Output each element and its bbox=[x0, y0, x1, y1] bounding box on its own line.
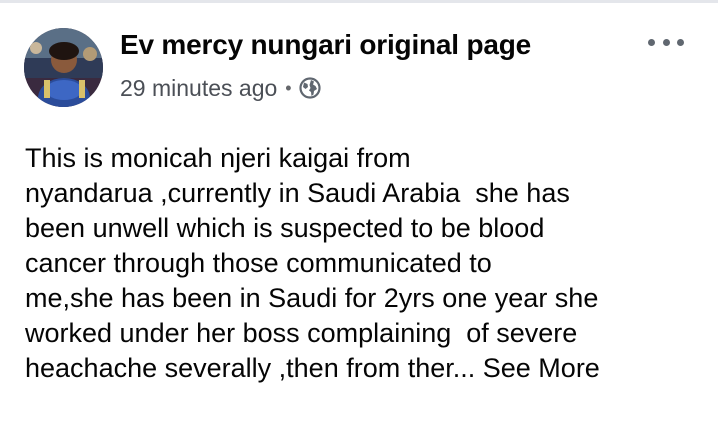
post-text-line: heachache severally ,then from ther... bbox=[25, 353, 476, 383]
post-card: Ev mercy nungari original page 29 minute… bbox=[0, 0, 718, 437]
post-meta: 29 minutes ago • bbox=[120, 73, 321, 103]
avatar-photo bbox=[24, 28, 103, 107]
more-options-icon[interactable] bbox=[648, 32, 684, 52]
post-text-line: nyandarua ,currently in Saudi Arabia she… bbox=[25, 178, 570, 208]
post-text-last-line: heachache severally ,then from ther... S… bbox=[25, 351, 705, 386]
divider bbox=[0, 0, 718, 3]
globe-icon[interactable] bbox=[298, 77, 321, 99]
post-text: This is monicah njeri kaigai from nyanda… bbox=[25, 141, 705, 386]
post-text-line: This is monicah njeri kaigai from bbox=[25, 143, 411, 173]
see-more-link[interactable]: See More bbox=[483, 353, 600, 383]
post-text-line: cancer through those communicated to bbox=[25, 248, 492, 278]
post-text-line: been unwell which is suspected to be blo… bbox=[25, 213, 545, 243]
meta-separator: • bbox=[285, 77, 292, 98]
timestamp[interactable]: 29 minutes ago bbox=[120, 75, 277, 102]
post-text-line: worked under her boss complaining of sev… bbox=[25, 318, 578, 348]
post-text-line: me,she has been in Saudi for 2yrs one ye… bbox=[25, 283, 599, 313]
author-name[interactable]: Ev mercy nungari original page bbox=[120, 29, 531, 61]
avatar[interactable] bbox=[24, 28, 103, 107]
